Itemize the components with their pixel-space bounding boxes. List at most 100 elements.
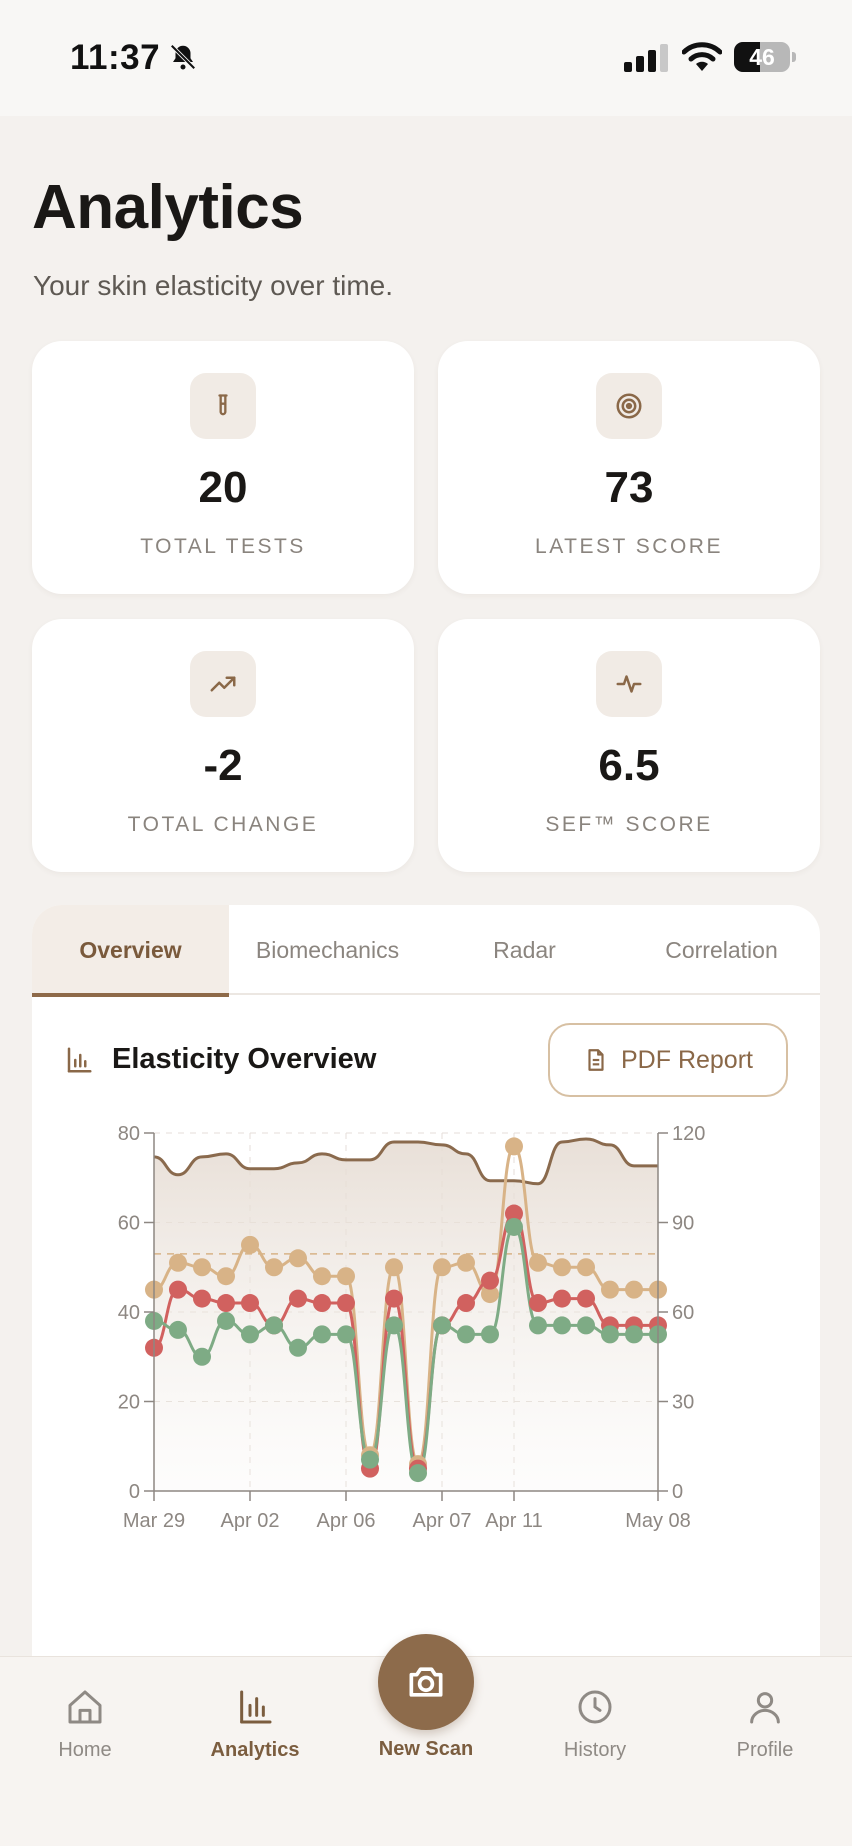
tab-correlation[interactable]: Correlation xyxy=(623,905,820,995)
battery-icon: 46 xyxy=(734,42,796,72)
nav-profile[interactable]: Profile xyxy=(680,1687,850,1797)
data-point xyxy=(385,1316,403,1335)
pdf-report-button[interactable]: PDF Report xyxy=(548,1023,788,1097)
y2-tick-label: 30 xyxy=(672,1392,694,1414)
data-point xyxy=(457,1294,475,1313)
data-point xyxy=(457,1253,475,1272)
data-point xyxy=(577,1316,595,1335)
status-bar: 11:37 46 xyxy=(0,0,852,116)
data-point xyxy=(601,1280,619,1299)
target-icon xyxy=(616,393,642,419)
data-point xyxy=(313,1325,331,1344)
data-point xyxy=(241,1325,259,1344)
y2-tick-label: 90 xyxy=(672,1213,694,1235)
elasticity-chart: 0 0 20 30 40 60 60 90 80 120 Mar 29 Apr 02 Apr 06 Apr… xyxy=(118,1123,706,1532)
y-tick-label: 0 xyxy=(129,1481,140,1503)
y-tick-label: 60 xyxy=(118,1213,140,1235)
data-point xyxy=(241,1235,259,1254)
data-point xyxy=(529,1316,547,1335)
data-point xyxy=(337,1267,355,1286)
stat-icon-box xyxy=(596,373,662,439)
stat-value: 6.5 xyxy=(598,741,660,790)
nav-history[interactable]: History xyxy=(510,1687,680,1797)
stat-card-sef-score: 6.5 SEF™ SCORE xyxy=(438,619,820,872)
y-tick-label: 40 xyxy=(118,1302,140,1324)
data-point xyxy=(193,1347,211,1366)
user-icon xyxy=(750,1692,780,1724)
pdf-report-label: PDF Report xyxy=(621,1045,753,1074)
nav-home[interactable]: Home xyxy=(0,1687,170,1797)
x-tick-label: Mar 29 xyxy=(123,1510,185,1532)
data-point xyxy=(169,1253,187,1272)
data-point xyxy=(505,1217,523,1236)
data-point xyxy=(265,1258,283,1277)
y-tick-label: 80 xyxy=(118,1123,140,1145)
file-text-icon xyxy=(588,1049,604,1071)
data-point xyxy=(553,1289,571,1308)
stat-label: TOTAL CHANGE xyxy=(127,813,319,836)
page-subtitle: Your skin elasticity over time. xyxy=(33,270,393,301)
data-point xyxy=(577,1258,595,1277)
bar-chart-icon xyxy=(67,1047,92,1073)
stat-card-total-change: -2 TOTAL CHANGE xyxy=(32,619,414,872)
data-point xyxy=(457,1325,475,1344)
stat-label: TOTAL TESTS xyxy=(140,535,306,558)
data-point xyxy=(313,1294,331,1313)
tab-radar[interactable]: Radar xyxy=(426,905,623,995)
data-point xyxy=(193,1258,211,1277)
data-point xyxy=(217,1294,235,1313)
stat-value: 20 xyxy=(198,463,248,512)
stat-value: -2 xyxy=(203,741,243,790)
tab-overview[interactable]: Overview xyxy=(32,905,229,997)
data-point xyxy=(385,1289,403,1308)
data-point xyxy=(529,1253,547,1272)
data-point xyxy=(625,1280,643,1299)
nav-analytics-label: Analytics xyxy=(210,1739,300,1761)
data-point xyxy=(529,1294,547,1313)
status-time: 11:37 xyxy=(70,38,161,77)
stat-icon-box xyxy=(190,373,256,439)
data-point xyxy=(577,1289,595,1308)
y2-tick-label: 120 xyxy=(672,1123,705,1145)
data-point xyxy=(265,1316,283,1335)
data-point xyxy=(553,1258,571,1277)
data-point xyxy=(289,1338,307,1357)
x-tick-label: Apr 11 xyxy=(485,1510,542,1532)
nav-history-label: History xyxy=(563,1739,627,1761)
home-icon xyxy=(68,1690,102,1724)
data-point xyxy=(385,1258,403,1277)
stat-icon-box xyxy=(596,651,662,717)
data-point xyxy=(337,1325,355,1344)
data-point xyxy=(217,1311,235,1330)
data-point xyxy=(481,1271,499,1290)
stat-card-total-tests: 20 TOTAL TESTS xyxy=(32,341,414,594)
tab-biomechanics[interactable]: Biomechanics xyxy=(229,905,426,995)
activity-icon xyxy=(616,675,642,693)
data-point xyxy=(433,1316,451,1335)
data-point xyxy=(313,1267,331,1286)
tab-bar: Overview Biomechanics Radar Correlation xyxy=(32,905,820,997)
data-point xyxy=(193,1289,211,1308)
data-point xyxy=(601,1325,619,1344)
data-point xyxy=(289,1289,307,1308)
x-tick-label: Apr 06 xyxy=(317,1510,376,1532)
battery-text: 46 xyxy=(749,44,775,70)
x-tick-label: May 08 xyxy=(625,1510,691,1532)
new-scan-button[interactable] xyxy=(378,1634,474,1730)
data-point xyxy=(361,1450,379,1469)
nav-analytics[interactable]: Analytics xyxy=(170,1687,340,1797)
stat-label: SEF™ SCORE xyxy=(545,813,713,836)
nav-profile-label: Profile xyxy=(736,1739,794,1761)
stat-card-latest-score: 73 LATEST SCORE xyxy=(438,341,820,594)
x-tick-label: Apr 07 xyxy=(413,1510,472,1532)
data-point xyxy=(553,1316,571,1335)
page-title: Analytics xyxy=(32,173,304,242)
stat-value: 73 xyxy=(604,463,654,512)
wifi-icon xyxy=(682,42,722,71)
camera-icon xyxy=(409,1667,443,1697)
data-point xyxy=(433,1258,451,1277)
data-point xyxy=(409,1464,427,1483)
data-point xyxy=(337,1294,355,1313)
bar-chart-icon xyxy=(240,1690,272,1724)
data-point xyxy=(241,1294,259,1313)
